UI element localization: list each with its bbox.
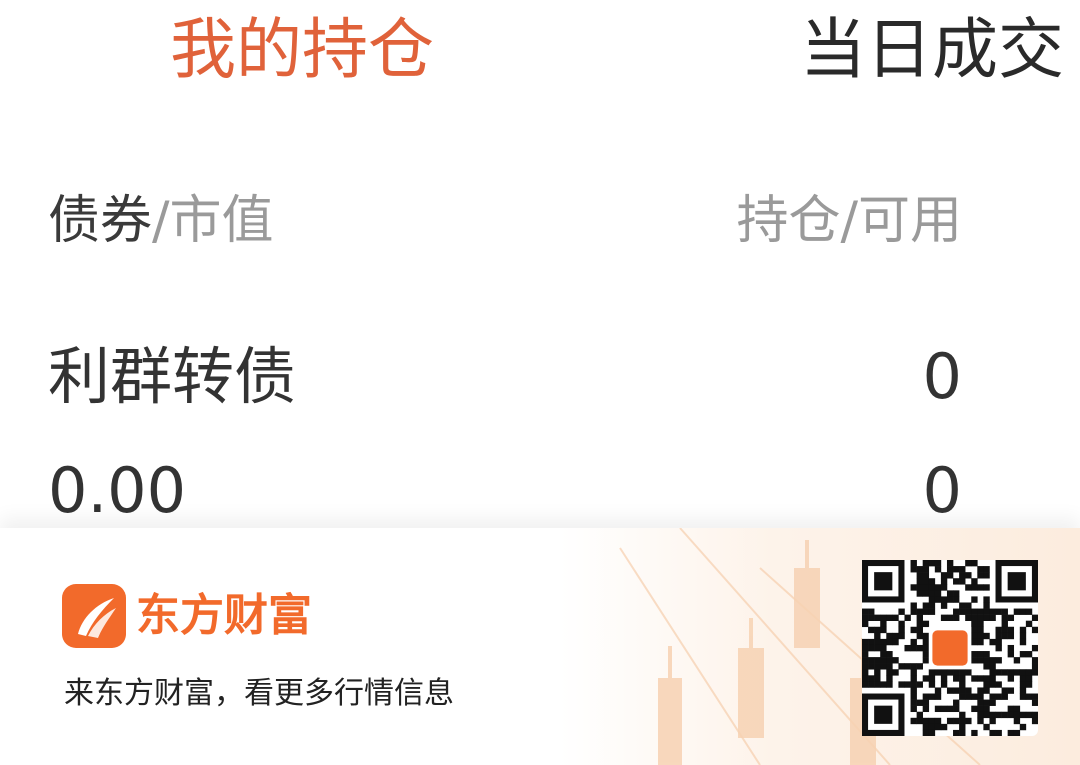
available-quantity: 0 [922,454,962,527]
bond-name[interactable]: 利群转债 [48,342,296,412]
app-promo-banner[interactable]: 东方财富 来东方财富，看更多行情信息 [0,528,1080,765]
bond-market-value: 0.00 [48,454,187,527]
eastmoney-logo: 东方财富 [62,584,312,648]
column-header-bond: 债券 [48,191,153,251]
promo-slogan: 来东方财富，看更多行情信息 [64,676,454,711]
column-header-holding-available: 持仓/可用 [736,191,962,251]
tab-my-holdings[interactable]: 我的持仓 [170,10,434,90]
holding-quantity: 0 [922,340,962,413]
tab-today-trades[interactable]: 当日成交 [800,10,1064,90]
column-header-bond-market-value: 债券/市值 [48,188,274,254]
qr-code[interactable] [862,560,1039,737]
qr-code-icon [862,560,1039,737]
eastmoney-logo-icon [62,584,126,648]
holdings-page: 我的持仓 当日成交 债券/市值 持仓/可用 利群转债 0.00 0 0 东方财富… [0,0,1080,765]
column-header-market-value: /市值 [152,191,274,251]
brand-name: 东方财富 [136,590,312,641]
